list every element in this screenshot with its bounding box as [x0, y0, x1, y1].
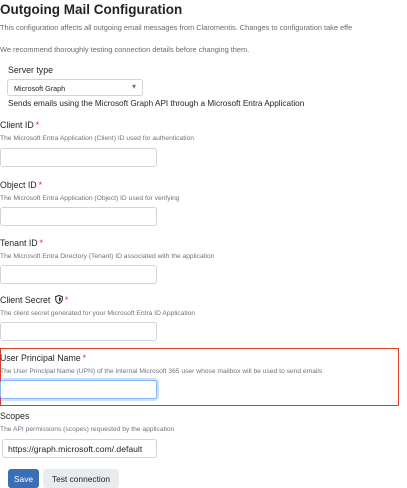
required-marker: *	[38, 180, 43, 190]
client-id-label-text: Client ID	[0, 120, 34, 130]
object-id-label-text: Object ID	[0, 180, 37, 190]
object-id-label: Object ID *	[0, 180, 42, 190]
upn-label: User Principal Name *	[0, 353, 86, 363]
object-id-input[interactable]	[0, 207, 157, 226]
scopes-help: The API permissions (scopes) requested b…	[0, 426, 175, 433]
upn-help: The User Principal Name (UPN) of the int…	[0, 368, 323, 375]
client-id-label: Client ID *	[0, 120, 39, 130]
client-id-input[interactable]	[0, 148, 157, 167]
tenant-id-label: Tenant ID *	[0, 238, 43, 248]
client-secret-input[interactable]	[0, 322, 157, 341]
server-type-value: Microsoft Graph	[14, 84, 66, 93]
test-connection-button[interactable]: Test connection	[43, 469, 119, 488]
shield-icon	[55, 294, 63, 306]
client-secret-label: Client Secret *	[0, 294, 69, 306]
server-type-label: Server type	[8, 65, 53, 75]
server-type-select[interactable]: Microsoft Graph ▾	[7, 79, 143, 96]
upn-label-text: User Principal Name	[0, 353, 81, 363]
scopes-label: Scopes	[0, 411, 30, 421]
scopes-input[interactable]: https://graph.microsoft.com/.default	[2, 439, 157, 458]
client-id-help: The Microsoft Entra Application (Client)…	[0, 135, 195, 142]
tenant-id-label-text: Tenant ID	[0, 238, 38, 248]
object-id-help: The Microsoft Entra Application (Object)…	[0, 195, 180, 202]
upn-input[interactable]	[0, 380, 157, 399]
server-type-description: Sends emails using the Microsoft Graph A…	[8, 99, 305, 108]
tenant-id-help: The Microsoft Entra Directory (Tenant) I…	[0, 253, 215, 260]
required-marker: *	[82, 353, 87, 363]
page-title: Outgoing Mail Configuration	[0, 2, 183, 17]
required-marker: *	[39, 238, 44, 248]
intro-text: This configuration affects all outgoing …	[0, 23, 353, 32]
save-button[interactable]: Save	[8, 469, 39, 488]
chevron-down-icon: ▾	[131, 82, 136, 91]
required-marker: *	[35, 120, 40, 130]
client-secret-label-text: Client Secret	[0, 295, 51, 305]
required-marker: *	[64, 295, 69, 305]
client-secret-help: The client secret generated for your Mic…	[0, 310, 196, 317]
tenant-id-input[interactable]	[0, 265, 157, 284]
recommend-text: We recommend thoroughly testing connecti…	[0, 45, 250, 54]
